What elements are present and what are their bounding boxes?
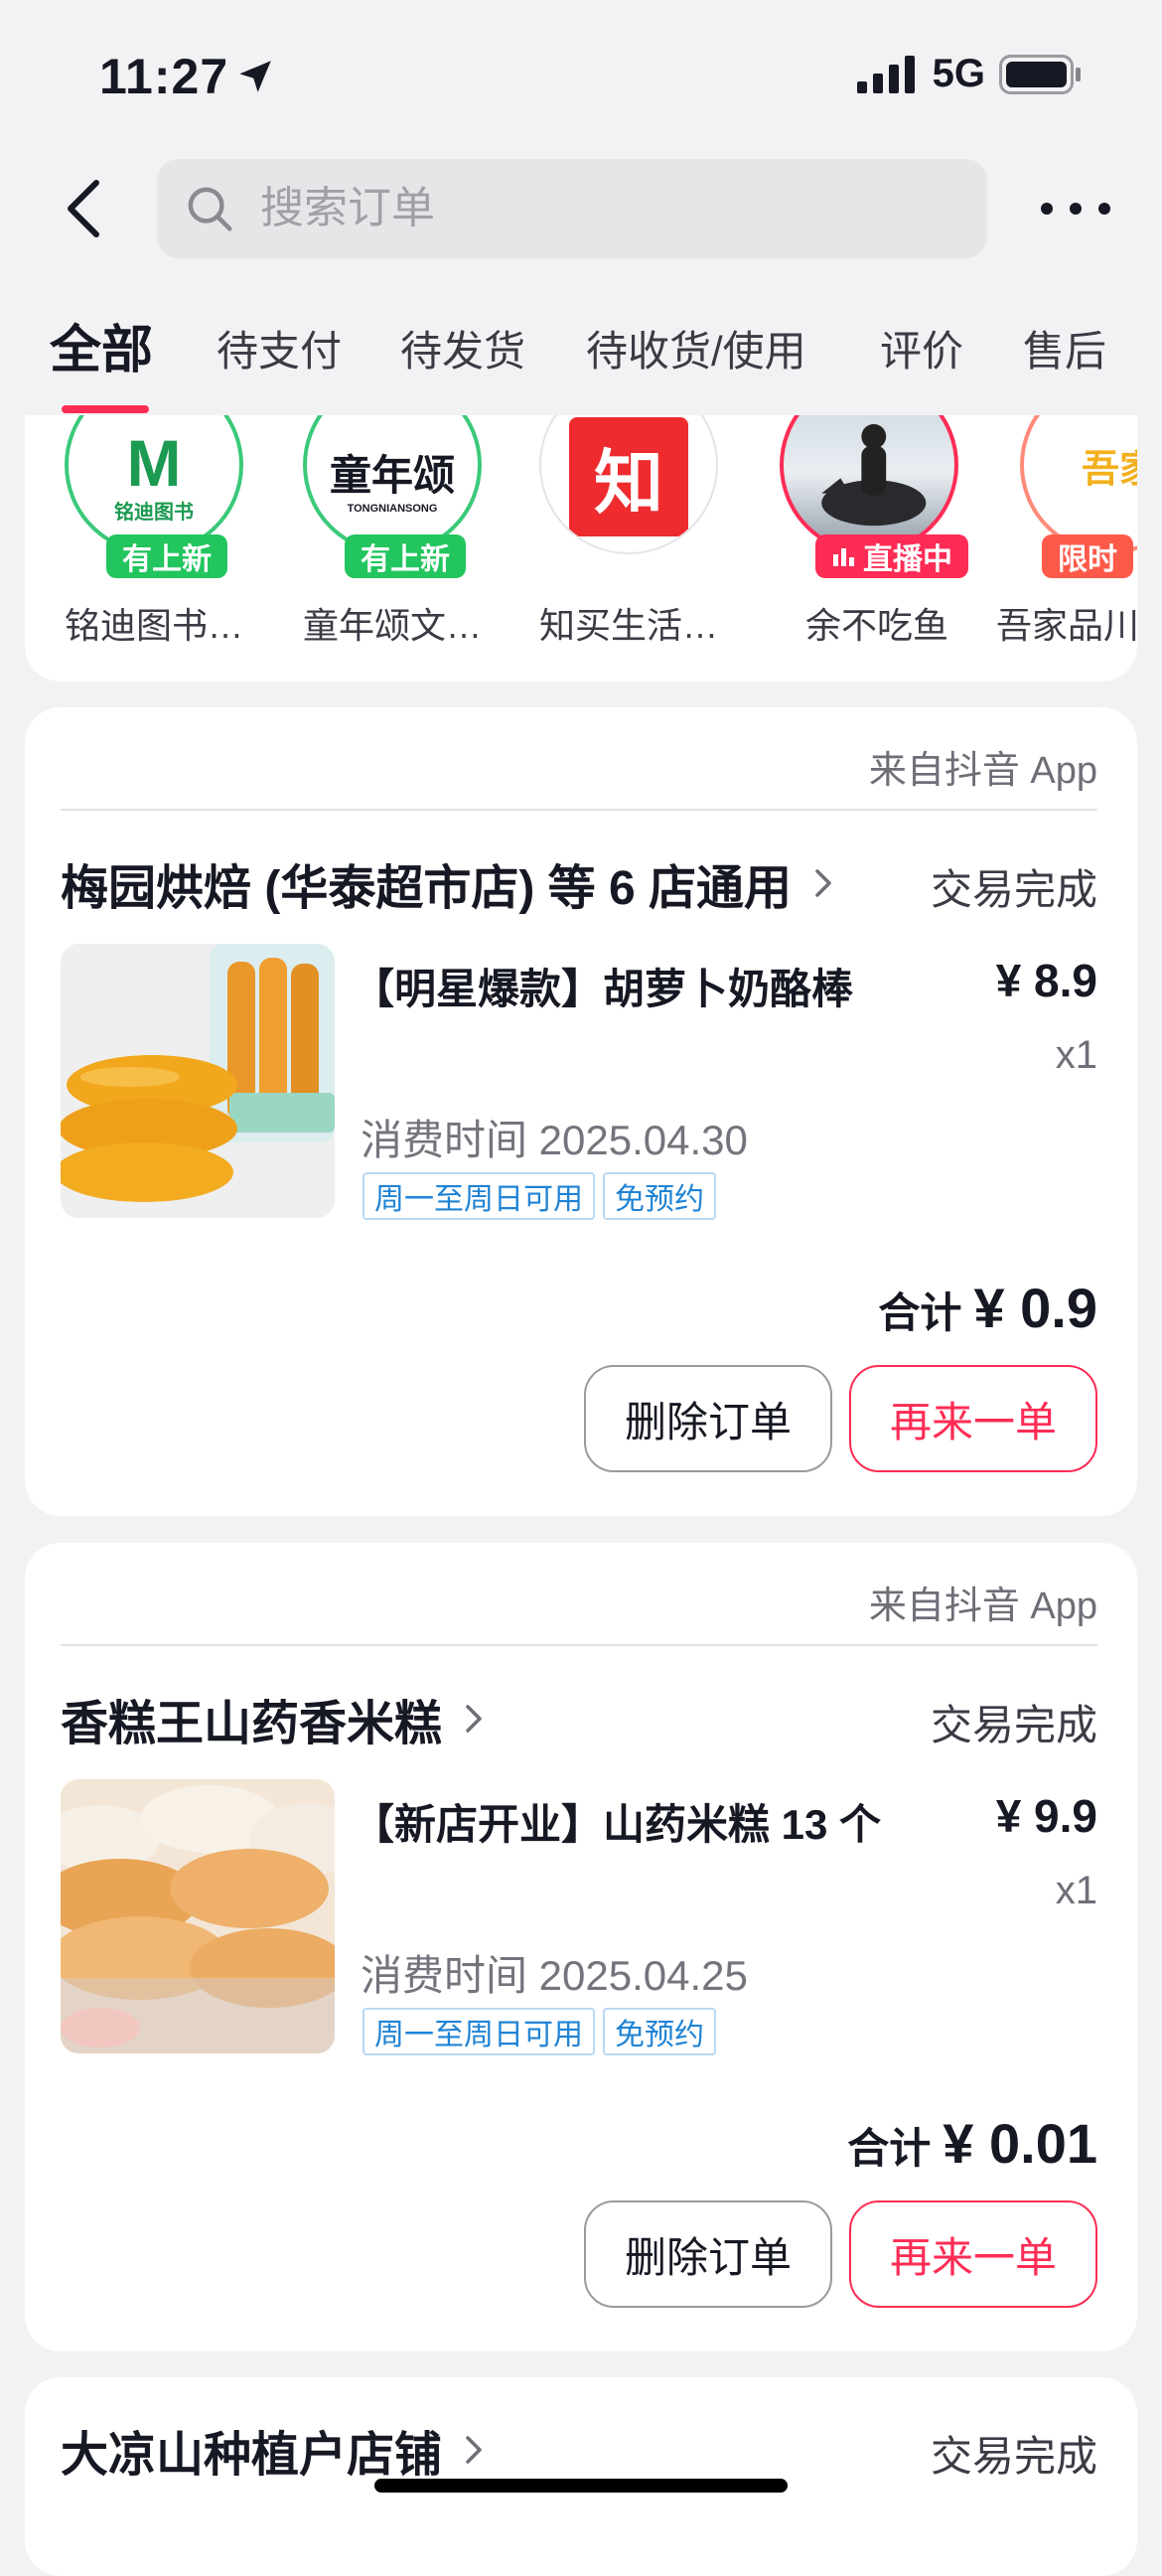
shop-name: 吾家品川 [996,605,1137,646]
horse-rider-image [821,423,927,527]
consume-time: 消费时间 2025.04.30 [361,1117,748,1163]
delete-order-button[interactable]: 删除订单 [584,1365,832,1472]
tab-all[interactable]: 全部 [50,308,153,382]
battery-icon [999,54,1081,94]
shop-avatar: 知 [539,415,718,564]
store-name-link[interactable]: 香糕王山药香米糕 [61,1684,488,1753]
home-indicator [374,2479,788,2493]
shop-logo-subtext: TONGNIANSONG [347,502,438,515]
tab-pending-receipt[interactable]: 待收货/使用 [586,318,806,379]
shop-logo-text: M [126,425,182,500]
product-price: ¥ 9.9 [995,1790,1097,1842]
shop-name: 知买生活… [539,605,719,646]
delete-order-button[interactable]: 删除订单 [584,2200,832,2308]
shop-name: 铭迪图书… [65,605,244,646]
order-card[interactable]: 来自抖音 App 香糕王山药香米糕 交易完成 【新店开业】山药米糕 13 个 ¥… [25,1543,1137,2351]
reorder-button[interactable]: 再来一单 [849,1365,1097,1472]
tab-active-indicator [62,405,149,413]
store-name: 大凉山种植户店铺 [61,2429,443,2482]
tag-no-booking: 免预约 [603,1172,716,1220]
total-label: 合计 [878,1289,962,1336]
shop-logo-text: 童年颂 [329,451,455,499]
chevron-right-icon [815,869,831,897]
product-quantity: x1 [1055,1869,1097,1912]
live-badge: 直播中 [815,534,968,578]
new-badge: 有上新 [345,534,466,578]
shop-logo-text: 知 [594,443,663,522]
live-bars-icon [833,548,854,566]
order-tabs: 全部 待支付 待发货 待收货/使用 评价 售后 [0,308,1162,407]
shop-logo-text: 吾家 [1081,448,1137,491]
total-amount: ¥ 0.9 [973,1277,1097,1339]
shop-logo-subtext: 铭迪图书 [114,501,194,524]
chevron-right-icon [466,1705,482,1733]
order-source: 来自抖音 App [868,750,1097,792]
order-source: 来自抖音 App [868,1586,1097,1627]
product-quantity: x1 [1055,1033,1097,1077]
order-status: 交易完成 [930,1702,1097,1748]
divider [61,809,1097,811]
followed-shops-strip: M 铭迪图书 有上新 铭迪图书… 童年颂 TONGNIANSONG 有上新 童年… [25,415,1137,682]
shop-name: 童年颂文… [303,605,483,646]
product-title[interactable]: 【明星爆款】胡萝卜奶酪棒 [353,956,853,1016]
back-button[interactable] [55,169,114,248]
order-total: 合计 ¥ 0.9 [878,1276,1097,1340]
product-title[interactable]: 【新店开业】山药米糕 13 个 [353,1791,881,1852]
store-name: 香糕王山药香米糕 [61,1698,443,1750]
more-options-icon[interactable] [1041,189,1110,228]
order-status: 交易完成 [930,2433,1097,2480]
search-bar[interactable] [157,159,987,258]
location-arrow-icon [239,61,271,92]
search-input[interactable] [258,183,957,234]
order-card[interactable]: 来自抖音 App 梅园烘焙 (华泰超市店) 等 6 店通用 交易完成 【明星爆款… [25,707,1137,1516]
live-badge-label: 直播中 [863,543,952,576]
chevron-left-icon [68,180,99,237]
product-price: ¥ 8.9 [995,955,1097,1006]
product-image[interactable] [61,944,335,1218]
store-name-link[interactable]: 大凉山种植户店铺 [61,2415,488,2485]
order-card[interactable]: 大凉山种植户店铺 交易完成 [25,2377,1137,2576]
total-label: 合计 [847,2125,932,2172]
status-icons: 5G [856,52,1083,96]
total-amount: ¥ 0.01 [943,2112,1097,2175]
usage-tags: 周一至周日可用 免预约 [363,2008,716,2055]
tab-pending-payment[interactable]: 待支付 [217,318,342,379]
tab-review[interactable]: 评价 [880,318,963,379]
tag-all-week: 周一至周日可用 [363,1172,595,1220]
tag-all-week: 周一至周日可用 [363,2008,595,2055]
divider [61,1644,1097,1646]
consume-time: 消费时间 2025.04.25 [361,1952,748,1999]
usage-tags: 周一至周日可用 免预约 [363,1172,716,1220]
search-icon [188,187,232,231]
store-name: 梅园烘焙 (华泰超市店) 等 6 店通用 [61,862,793,915]
tab-pending-shipment[interactable]: 待发货 [400,318,525,379]
product-image[interactable] [61,1779,335,2053]
tag-no-booking: 免预约 [603,2008,716,2055]
store-name-link[interactable]: 梅园烘焙 (华泰超市店) 等 6 店通用 [61,848,837,918]
order-total: 合计 ¥ 0.01 [847,2111,1097,2176]
status-time: 11:27 [99,49,229,104]
new-badge: 有上新 [106,534,227,578]
signal-icon [856,55,915,93]
chevron-right-icon [466,2436,482,2464]
tab-after-sales[interactable]: 售后 [1023,318,1106,379]
network-label: 5G [932,52,985,95]
order-status: 交易完成 [930,866,1097,913]
limited-badge: 限时 [1042,534,1133,578]
reorder-button[interactable]: 再来一单 [849,2200,1097,2308]
